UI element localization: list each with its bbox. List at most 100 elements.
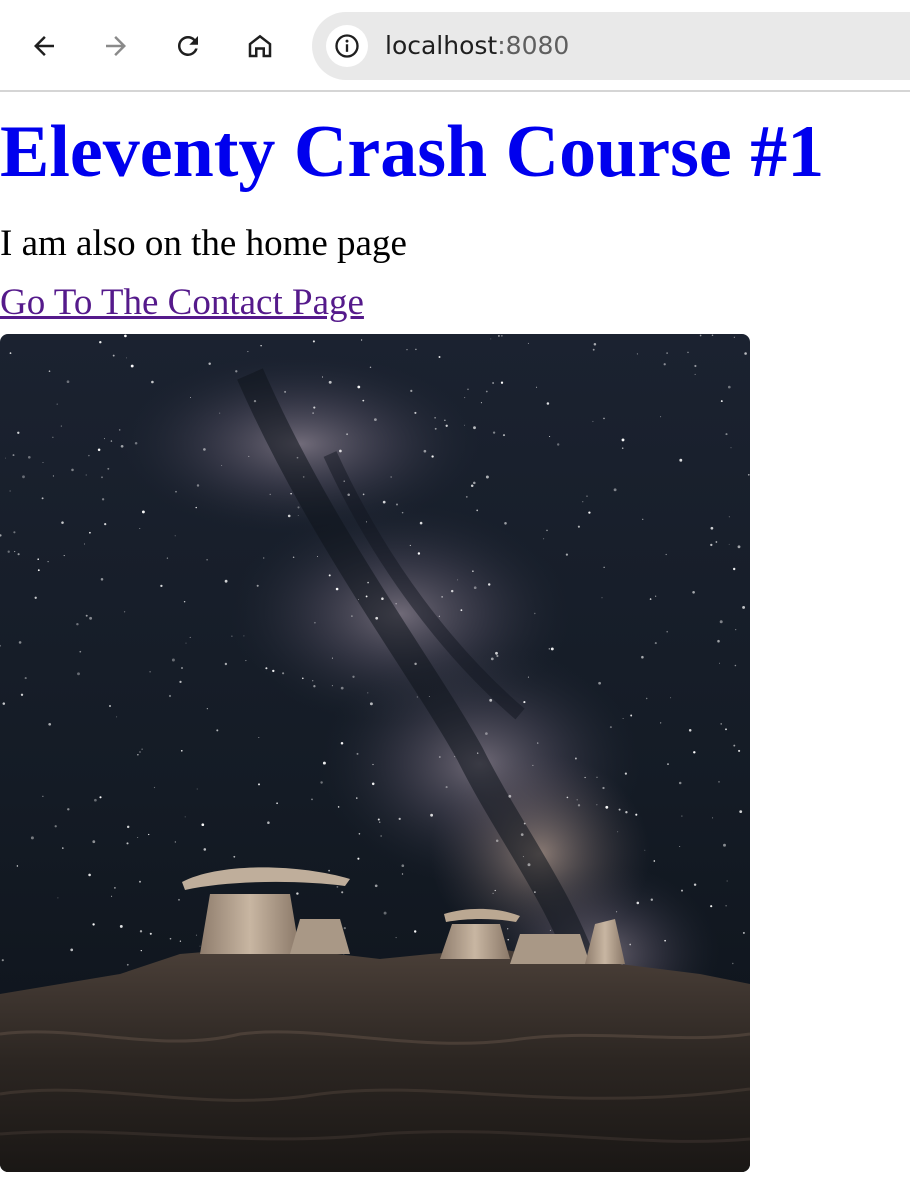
star [665,553,667,556]
star [693,883,697,886]
star [356,797,358,799]
star [500,381,504,384]
star [663,363,666,366]
star [134,441,138,445]
star [641,655,644,659]
star [601,597,603,599]
reload-button[interactable] [168,26,208,66]
star [464,397,466,399]
milky-way-photo [0,334,750,1172]
address-bar[interactable]: localhost:8080 [312,12,910,80]
star [550,647,554,651]
star [644,849,646,851]
star [141,510,145,514]
star [377,818,380,821]
star [206,708,208,710]
star [416,696,418,698]
star [428,696,430,698]
star [725,905,727,907]
star [401,873,404,875]
star [622,718,624,719]
star [621,438,625,442]
star [732,962,734,965]
star [322,761,326,765]
star [457,579,459,581]
star [719,662,721,664]
home-button[interactable] [240,26,280,66]
star [79,650,82,653]
star [76,622,79,626]
star [566,796,569,799]
star [485,732,488,735]
star [574,757,577,760]
star [358,833,361,835]
star [57,897,59,899]
browser-toolbar: localhost:8080 [0,0,910,92]
contact-page-link[interactable]: Go To The Contact Page [0,280,364,326]
star [272,669,275,673]
star [592,348,595,351]
star [101,476,103,479]
star [419,521,423,525]
star [247,351,249,353]
star [89,616,93,620]
star [473,481,476,485]
star [497,334,500,337]
star [169,937,172,940]
star [282,672,285,675]
star [183,600,186,603]
star [415,348,417,351]
star [375,616,379,620]
star [30,836,34,840]
star [221,465,223,466]
star [18,641,22,644]
star [679,846,681,847]
star [593,342,597,346]
star [1,959,4,962]
star [361,339,363,341]
star [454,756,456,758]
star [733,336,735,338]
star [17,431,20,434]
star [737,545,741,549]
star [312,680,314,682]
star [312,412,314,414]
star [522,856,524,858]
star [434,416,436,419]
star [618,808,621,811]
star [216,729,219,732]
star [520,833,524,836]
star [649,598,652,600]
star [527,863,531,867]
star [358,598,359,600]
star [316,555,319,558]
star [536,386,538,388]
star [110,440,113,442]
star [224,579,228,583]
star [473,586,477,590]
star [543,538,545,540]
star [2,702,6,705]
star [445,786,448,789]
star [352,675,355,678]
star [582,501,584,503]
back-button[interactable] [24,26,64,66]
star [710,543,713,547]
star [195,506,197,509]
star [256,584,259,587]
star [679,458,683,462]
star [339,449,342,453]
star [366,521,367,523]
star [710,526,714,530]
forward-button[interactable] [96,26,136,66]
star [438,615,440,617]
star [735,629,737,631]
star [473,426,476,430]
star [687,351,689,354]
url-text[interactable]: localhost:8080 [385,29,569,63]
arrow-left-icon [34,36,54,56]
star [302,476,305,478]
star [688,729,692,732]
star [609,726,612,729]
site-info-button[interactable] [326,25,368,67]
